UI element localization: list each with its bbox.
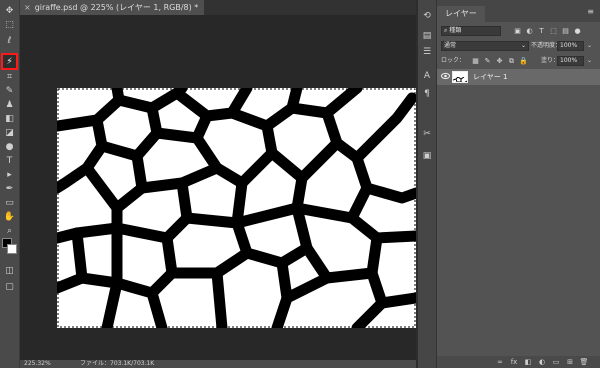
adjustment-layer-icon[interactable]: ◐ (537, 357, 547, 367)
lock-artboard-icon[interactable]: ⧉ (507, 55, 516, 67)
lock-fill-row: ロック： ▦ ✎ ✥ ⧉ 🔒 塗り： 100% ⌄ (441, 55, 597, 67)
document-tab-bar: × giraffe.psd @ 225% (レイヤー 1, RGB/8) * (20, 0, 416, 15)
panel-menu-icon[interactable]: ≡ (587, 8, 594, 16)
dodge-tool-icon[interactable]: ● (3, 142, 16, 152)
layers-tab[interactable]: レイヤー (437, 6, 485, 22)
shape-tool-icon[interactable]: ▭ (3, 198, 16, 208)
blend-mode-value: 通常 (444, 42, 457, 49)
quick-mask-icon[interactable]: ◫ (3, 266, 16, 276)
paragraph-panel-icon[interactable]: ¶ (421, 88, 433, 100)
layer-row[interactable]: レイヤー 1 (437, 69, 600, 85)
layers-panel: レイヤー ≡ ⌕ 種類 ▣ ◐ T ⬚ ▤ ● 通常 ⌄ 不透明度： 100% ⌄ ロック… (437, 0, 600, 368)
lock-position-icon[interactable]: ✥ (495, 55, 504, 67)
move-tool-icon[interactable]: ✥ (3, 6, 16, 16)
status-bar: 225.32% ファイル：703.1K/703.1K (20, 360, 416, 368)
lasso-tool-icon[interactable]: ℓ (3, 36, 16, 46)
pixel-filter-icon[interactable]: ▣ (513, 25, 522, 37)
lock-transparent-icon[interactable]: ▦ (471, 55, 480, 67)
layers-panel-header: レイヤー ≡ (437, 0, 600, 22)
channels-panel-icon[interactable]: ▤ (421, 30, 433, 42)
fx-icon[interactable]: fx (509, 357, 519, 367)
layers-panel-footer: ∞ fx ◧ ◐ ▭ ⊞ 🗑 (437, 356, 600, 368)
zoom-level[interactable]: 225.32% (24, 360, 51, 368)
document-tab-title: giraffe.psd @ 225% (レイヤー 1, RGB/8) * (34, 3, 199, 12)
opacity-input[interactable]: 100% (557, 41, 584, 51)
properties-panel-icon[interactable]: ▣ (421, 150, 433, 162)
layer-name[interactable]: レイヤー 1 (473, 69, 507, 85)
marquee-tool-icon[interactable]: ⬚ (3, 20, 16, 30)
layer-filter-row: ⌕ 種類 ▣ ◐ T ⬚ ▤ ● (441, 25, 597, 37)
add-mask-icon[interactable]: ◧ (523, 357, 533, 367)
search-icon: ⌕ (444, 27, 448, 34)
opacity-dropdown-icon[interactable]: ⌄ (587, 40, 592, 52)
visibility-eye-icon[interactable] (441, 72, 450, 83)
close-tab-icon[interactable]: × (24, 3, 31, 12)
trash-icon[interactable]: 🗑 (579, 357, 589, 367)
filter-kind-select[interactable]: ⌕ 種類 (441, 26, 501, 36)
giraffe-pattern-image (51, 82, 422, 334)
chevron-down-icon: ⌄ (520, 42, 526, 49)
fill-dropdown-icon[interactable]: ⌄ (587, 55, 592, 67)
eraser-tool-icon[interactable]: ◧ (3, 114, 16, 124)
layer-thumbnail (452, 71, 468, 83)
pen-tool-icon[interactable]: ✒ (3, 184, 16, 194)
type-tool-icon[interactable]: T (3, 156, 16, 166)
screen-mode-icon[interactable]: ▢ (3, 282, 16, 292)
magic-wand-tool-icon[interactable]: ⚡ (3, 57, 16, 67)
path-select-tool-icon[interactable]: ▸ (3, 170, 16, 180)
document-tab[interactable]: × giraffe.psd @ 225% (レイヤー 1, RGB/8) * (20, 0, 205, 15)
link-layers-icon[interactable]: ∞ (495, 357, 505, 367)
lock-all-icon[interactable]: 🔒 (519, 55, 528, 67)
hand-tool-icon[interactable]: ✋ (3, 212, 16, 222)
shape-filter-icon[interactable]: ⬚ (549, 25, 558, 37)
bucket-tool-icon[interactable]: ◪ (3, 128, 16, 138)
file-size-info: ファイル：703.1K/703.1K (80, 360, 155, 367)
history-panel-icon[interactable]: ⟲ (421, 10, 433, 22)
collapsed-panel-strip: ⟲ ▤ ☰ A ¶ ✂ ▣ (418, 0, 437, 368)
type-filter-icon[interactable]: T (537, 25, 546, 37)
group-icon[interactable]: ▭ (551, 357, 561, 367)
tools-toolbar: ✥ ⬚ ℓ ⚡ ⌗ ✎ ♟ ◧ ◪ ● T ▸ ✒ ▭ ✋ ⌕ ◫ ▢ (0, 0, 20, 368)
character-panel-icon[interactable]: A (421, 70, 433, 82)
lock-image-icon[interactable]: ✎ (483, 55, 492, 67)
filter-toggle-icon[interactable]: ● (573, 25, 582, 37)
fill-input[interactable]: 100% (557, 56, 584, 66)
brush-tool-icon[interactable]: ✎ (3, 86, 16, 96)
color-swatches[interactable] (2, 238, 17, 254)
smart-filter-icon[interactable]: ▤ (561, 25, 570, 37)
adjust-panel-icon[interactable]: ☰ (421, 46, 433, 58)
adjustment-filter-icon[interactable]: ◐ (525, 25, 534, 37)
document-canvas[interactable] (51, 82, 422, 334)
crop-tool-icon[interactable]: ⌗ (3, 72, 16, 82)
blend-mode-select[interactable]: 通常 ⌄ (441, 41, 529, 51)
lock-label: ロック： (441, 57, 466, 64)
blend-opacity-row: 通常 ⌄ 不透明度： 100% ⌄ (441, 40, 597, 52)
background-color-swatch[interactable] (7, 244, 17, 254)
tools-preset-icon[interactable]: ✂ (421, 128, 433, 140)
new-layer-icon[interactable]: ⊞ (565, 357, 575, 367)
stamp-tool-icon[interactable]: ♟ (3, 100, 16, 110)
filter-kind-label: 種類 (449, 27, 462, 34)
zoom-tool-icon[interactable]: ⌕ (3, 226, 16, 236)
canvas-workspace[interactable] (20, 15, 422, 360)
